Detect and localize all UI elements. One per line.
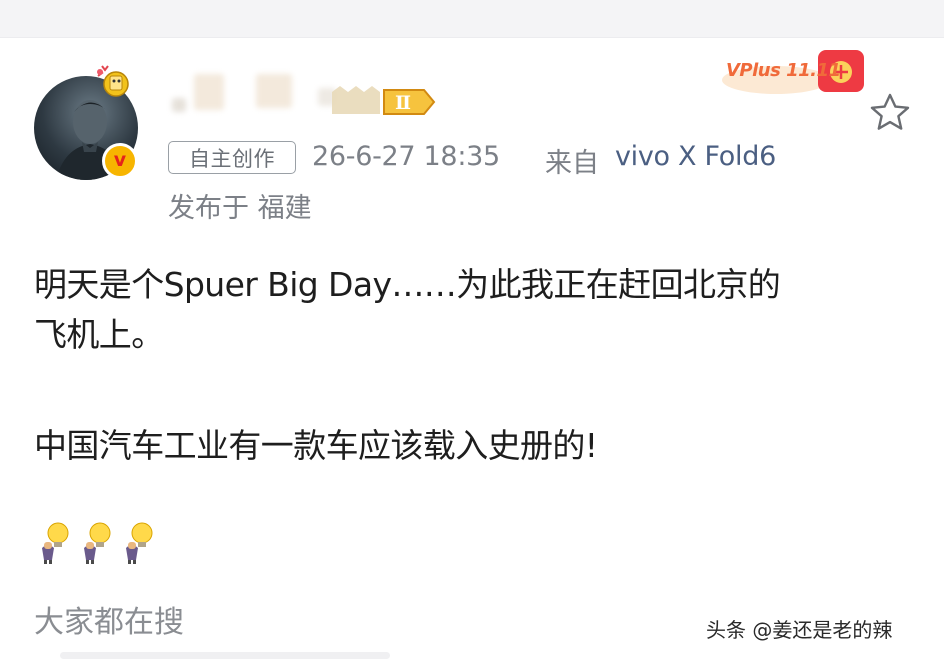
post-location: 发布于 福建 — [168, 193, 312, 224]
top-divider-band — [0, 0, 944, 38]
doge-lightbulb-emoji-icon — [126, 522, 153, 564]
verified-badge-icon: v — [102, 143, 138, 179]
bottom-divider — [60, 652, 390, 659]
star-outline-icon — [870, 93, 910, 130]
doge-lightbulb-emoji-icon — [42, 522, 69, 564]
source-watermark: 头条 @姜还是老的辣 — [706, 618, 893, 642]
post-timestamp: 26-6-27 18:35 — [312, 141, 500, 172]
post-text-line: 中国汽车工业有一款车应该载入史册的! — [34, 426, 598, 465]
emoji-row — [34, 520, 156, 566]
doge-lightbulb-emoji-icon — [84, 522, 111, 564]
trending-searches-link[interactable]: 大家都在搜 — [34, 597, 184, 641]
source-prefix: 来自 — [545, 148, 599, 179]
weibo-post-page: v Ⅱ VPlus 11.11 自主创作 26-6-27 18:35 来自 vi… — [0, 0, 944, 659]
source-device-link[interactable]: vivo X Fold6 — [615, 141, 776, 172]
vplus-promo-text: VPlus 11.11 — [726, 60, 841, 81]
verified-symbol: v — [113, 149, 127, 171]
vip-level-badge-icon: Ⅱ — [332, 86, 436, 115]
post-text-line: 飞机上。 — [34, 315, 164, 354]
original-content-tag: 自主创作 — [168, 141, 296, 174]
favorite-star-button[interactable] — [866, 88, 914, 136]
vip-level-text: Ⅱ — [395, 92, 411, 114]
avatar-pendant-icon — [97, 65, 129, 97]
post-text-line: 明天是个Spuer Big Day……为此我正在赶回北京的 — [34, 265, 781, 304]
